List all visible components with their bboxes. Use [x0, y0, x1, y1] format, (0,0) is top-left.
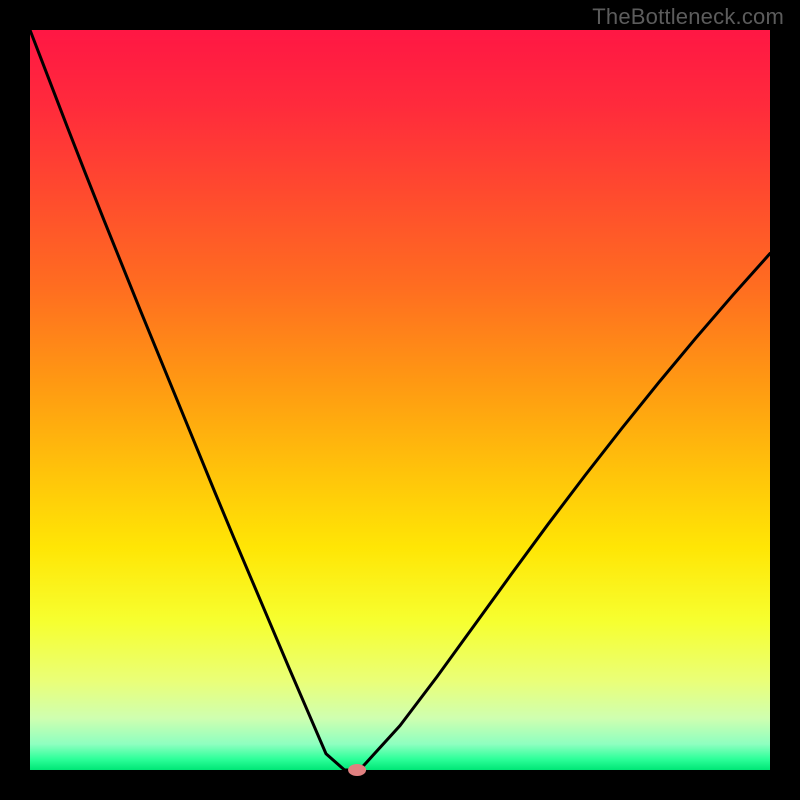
chart-container: TheBottleneck.com: [0, 0, 800, 800]
bottleneck-chart: [0, 0, 800, 800]
watermark-text: TheBottleneck.com: [592, 4, 784, 30]
plot-background: [30, 30, 770, 770]
optimal-point-marker: [348, 764, 366, 776]
